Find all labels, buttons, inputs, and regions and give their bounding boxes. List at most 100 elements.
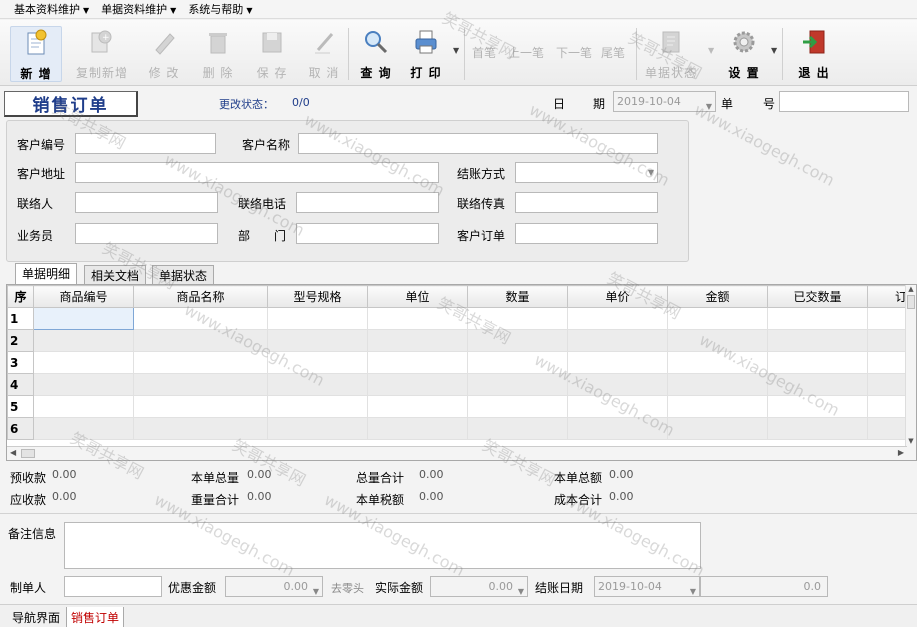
grid-cell[interactable] [367,417,468,440]
settlement-method-select[interactable]: ▼ [515,162,658,183]
first-record-button[interactable]: 首笔 [472,44,496,61]
customer-code-field[interactable] [75,133,216,154]
grid-cell[interactable] [867,351,908,374]
grid-cell[interactable] [667,395,768,418]
customer-address-field[interactable] [75,162,439,183]
grid-cell[interactable] [33,395,134,418]
grid-cell[interactable] [867,395,908,418]
column-header[interactable]: 商品名称 [133,285,268,308]
column-header[interactable]: 序 [7,285,34,308]
print-button[interactable]: 打 印 [402,26,450,82]
column-header[interactable]: 商品编号 [33,285,134,308]
new-button[interactable]: 新 增 [10,26,62,82]
scroll-right-icon[interactable]: ▶ [898,448,904,457]
last-record-button[interactable]: 尾笔 [601,44,625,61]
grid-cell[interactable] [567,395,668,418]
tab-related-documents[interactable]: 相关文档 [84,265,147,284]
grid-cell[interactable] [33,307,134,330]
delete-button[interactable]: 删 除 [194,26,242,82]
settings-dropdown-icon[interactable]: ▼ [771,46,777,55]
extra-amount-field[interactable]: 0.0 [700,576,828,597]
menu-system-help[interactable]: 系统与帮助 ▼ [188,1,252,17]
grid-cell[interactable] [367,307,468,330]
scroll-down-icon[interactable]: ▼ [906,437,916,445]
tab-document-status[interactable]: 单据状态 [152,265,215,284]
grid-cell[interactable] [767,351,868,374]
contact-fax-field[interactable] [515,192,658,213]
previous-record-button[interactable]: 上一笔 [508,44,544,61]
grid-cell[interactable] [267,307,368,330]
edit-button[interactable]: 修 改 [140,26,188,82]
settings-button[interactable]: 设 置 [720,26,768,82]
grid-cell[interactable] [667,373,768,396]
salesman-field[interactable] [75,223,218,244]
tab-sales-order[interactable]: 销售订单 [66,607,125,627]
grid-cell[interactable] [867,307,908,330]
menu-document-data[interactable]: 单据资料维护 ▼ [101,1,176,17]
grid-cell[interactable] [33,351,134,374]
grid-cell[interactable] [467,307,568,330]
grid-cell[interactable] [267,417,368,440]
column-header[interactable]: 订 [867,285,908,308]
table-row[interactable]: 4 [7,373,908,396]
grid-cell[interactable] [567,329,668,352]
print-dropdown-icon[interactable]: ▼ [453,46,459,55]
department-field[interactable] [296,223,439,244]
cancel-button[interactable]: 取 消 [300,26,348,82]
table-row[interactable]: 5 [7,395,908,418]
grid-cell[interactable] [467,417,568,440]
exit-button[interactable]: 退 出 [790,26,838,82]
grid-cell[interactable] [267,329,368,352]
tab-navigation[interactable]: 导航界面 [8,607,65,627]
column-header[interactable]: 单位 [367,285,468,308]
date-field[interactable]: 2019-10-04 ▼ [613,91,716,112]
grid-cell[interactable] [133,417,268,440]
column-header[interactable]: 单价 [567,285,668,308]
grid-cell[interactable] [367,351,468,374]
copy-new-button[interactable]: + 复制新增 [76,26,127,82]
grid-cell[interactable] [267,351,368,374]
grid-cell[interactable] [33,329,134,352]
table-row[interactable]: 6 [7,417,908,440]
next-record-button[interactable]: 下一笔 [556,44,592,61]
grid-cell[interactable] [867,329,908,352]
menu-basic-data[interactable]: 基本资料维护 ▼ [14,1,89,17]
grid-cell[interactable] [133,307,268,330]
grid-cell[interactable] [467,329,568,352]
maker-field[interactable] [64,576,162,597]
grid-cell[interactable] [767,373,868,396]
document-status-button[interactable]: 单据状态 [644,26,698,82]
grid-cell[interactable] [33,417,134,440]
customer-order-field[interactable] [515,223,658,244]
customer-name-field[interactable] [298,133,658,154]
grid-cell[interactable] [867,373,908,396]
status-dropdown-icon[interactable]: ▼ [708,46,714,55]
grid-cell[interactable] [567,307,668,330]
scroll-thumb[interactable] [907,295,915,309]
column-header[interactable]: 型号规格 [267,285,368,308]
round-off-label[interactable]: 去零头 [331,580,364,596]
contact-phone-field[interactable] [296,192,439,213]
grid-cell[interactable] [133,329,268,352]
grid-cell[interactable] [367,395,468,418]
scroll-left-icon[interactable]: ◀ [10,448,16,457]
grid-cell[interactable] [867,417,908,440]
table-row[interactable]: 3 [7,351,908,374]
grid-cell[interactable] [267,373,368,396]
grid-cell[interactable] [667,307,768,330]
grid-cell[interactable] [367,329,468,352]
query-button[interactable]: 查 询 [352,26,400,82]
grid-cell[interactable] [467,351,568,374]
save-button[interactable]: 保 存 [248,26,296,82]
grid-cell[interactable] [667,351,768,374]
vertical-scrollbar[interactable]: ▲ ▼ [905,285,916,460]
column-header[interactable]: 数量 [467,285,568,308]
table-row[interactable]: 1 [7,307,908,330]
grid-cell[interactable] [467,395,568,418]
grid-cell[interactable] [767,329,868,352]
remark-textarea[interactable] [64,522,701,569]
grid-cell[interactable] [567,417,668,440]
grid-cell[interactable] [367,373,468,396]
grid-cell[interactable] [767,417,868,440]
column-header[interactable]: 已交数量 [767,285,868,308]
